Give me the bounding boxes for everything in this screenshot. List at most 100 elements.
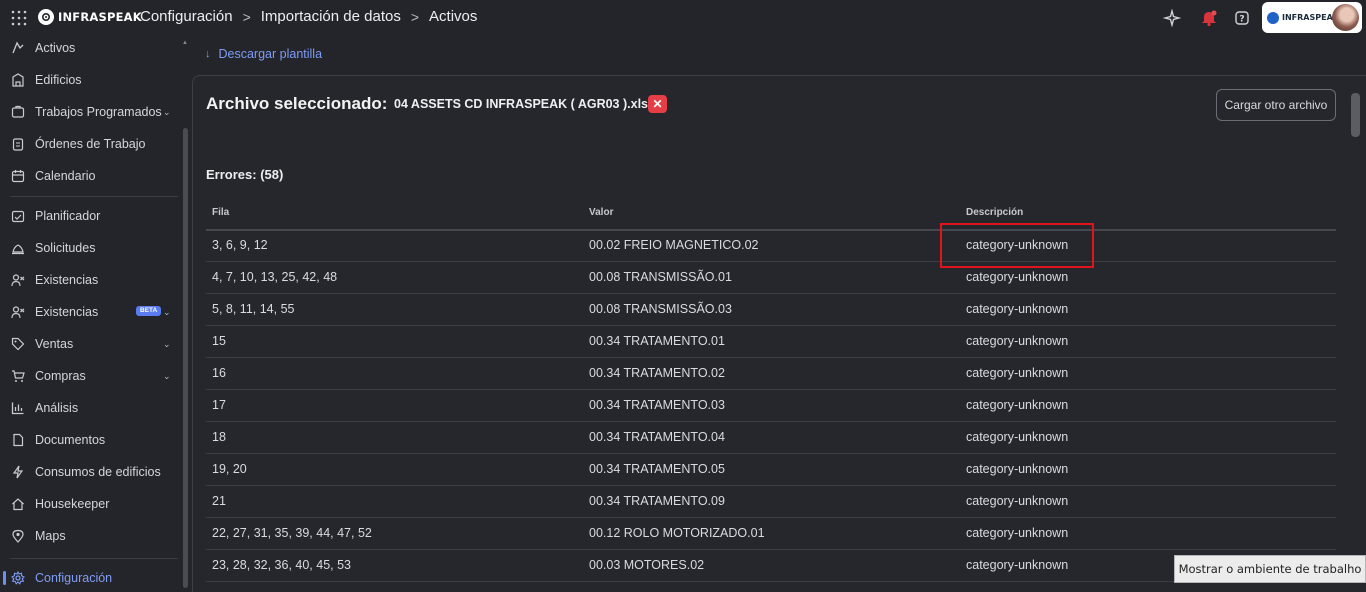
errors-title: Errores: (58)	[206, 167, 284, 182]
cell-descripcion: category-unknown	[966, 526, 1069, 540]
sidebar-item-trabajos-programados[interactable]: Trabajos Programados ⌄	[0, 98, 180, 126]
column-header-fila: Fila	[212, 207, 230, 218]
table-row: 16 00.34 TRATAMENTO.02 category-unknown	[206, 358, 1336, 390]
notification-icon[interactable]	[1200, 9, 1218, 27]
account-menu[interactable]: INFRASPEAK	[1262, 2, 1362, 33]
sidebar-item-activos[interactable]: Activos	[0, 34, 180, 62]
cell-descripcion: category-unknown	[966, 398, 1069, 412]
breadcrumb-activos: Activos	[429, 8, 478, 25]
sidebar-item-analisis[interactable]: Análisis	[0, 394, 180, 422]
sidebar-item-housekeeper[interactable]: Housekeeper	[0, 490, 180, 518]
chevron-down-icon[interactable]: ⌄	[163, 107, 171, 118]
stock-icon	[11, 306, 25, 319]
bell-icon	[12, 244, 24, 255]
sidebar-item-compras[interactable]: Compras ⌄	[0, 362, 180, 390]
show-desktop-tooltip: Mostrar o ambiente de trabalho	[1174, 555, 1366, 583]
sidebar-item-label: Existencias	[35, 273, 99, 287]
chevron-down-icon[interactable]: ⌄	[163, 339, 171, 350]
cell-valor: 00.34 TRATAMENTO.02	[589, 366, 725, 380]
sidebar-item-calendario[interactable]: Calendario	[0, 162, 180, 190]
upload-another-file-button[interactable]: Cargar otro archivo	[1216, 89, 1336, 121]
remove-file-button[interactable]: ✕	[648, 95, 667, 113]
cell-valor: 00.02 FREIO MAGNETICO.02	[589, 238, 759, 252]
scroll-up-icon[interactable]: ▲	[182, 40, 188, 46]
table-row: 21 00.34 TRATAMENTO.09 category-unknown	[206, 486, 1336, 518]
sidebar-item-edificios[interactable]: Edificios	[0, 66, 180, 94]
cell-descripcion: category-unknown	[966, 558, 1069, 572]
table-row: 22, 27, 31, 35, 39, 44, 47, 52 00.12 ROL…	[206, 518, 1336, 550]
cell-fila: 15	[212, 334, 226, 348]
sidebar-item-label: Análisis	[35, 401, 79, 415]
logo-text: INFRASPEAK	[58, 10, 142, 24]
selected-file-name: 04 ASSETS CD INFRASPEAK ( AGR03 ).xlsx	[394, 97, 655, 111]
cart-icon	[12, 370, 25, 382]
help-icon[interactable]: ?	[1233, 9, 1251, 27]
chevron-right-icon: >	[242, 8, 251, 25]
cell-fila: 4, 7, 10, 13, 25, 42, 48	[212, 270, 338, 284]
table-row: 3, 6, 9, 12 00.02 FREIO MAGNETICO.02 cat…	[206, 230, 1336, 262]
cell-descripcion: category-unknown	[966, 366, 1069, 380]
house-icon	[12, 498, 24, 511]
chevron-down-icon[interactable]: ⌄	[163, 307, 171, 318]
download-template-link[interactable]: ↓ Descargar plantilla	[205, 47, 322, 61]
sidebar-item-existencias-beta[interactable]: Existencias BETA ⌄	[0, 298, 180, 326]
infraspeak-logo[interactable]: INFRASPEAK	[38, 9, 142, 25]
chevron-down-icon[interactable]: ⌄	[163, 371, 171, 382]
cell-fila: 3, 6, 9, 12	[212, 238, 268, 252]
sidebar-item-label: Existencias	[35, 305, 99, 319]
asset-icon	[12, 41, 24, 54]
cell-fila: 23, 28, 32, 36, 40, 45, 53	[212, 558, 352, 572]
table-row: 18 00.34 TRATAMENTO.04 category-unknown	[206, 422, 1336, 454]
column-header-descripcion: Descripción	[966, 207, 1024, 218]
stock-icon	[11, 274, 25, 287]
clipboard-icon	[12, 138, 24, 151]
main-scrollbar[interactable]	[1351, 93, 1360, 137]
building-icon	[12, 73, 24, 87]
sidebar-item-solicitudes[interactable]: Solicitudes	[0, 234, 180, 262]
table-row: 5, 8, 11, 14, 55 00.08 TRANSMISSÃO.03 ca…	[206, 294, 1336, 326]
planner-icon	[11, 210, 25, 223]
sidebar-item-ordenes[interactable]: Órdenes de Trabajo	[0, 130, 180, 158]
chevron-right-icon: >	[410, 8, 420, 25]
cell-valor: 00.34 TRATAMENTO.09	[589, 494, 725, 508]
download-template-label: Descargar plantilla	[218, 47, 323, 61]
cell-valor: 00.34 TRATAMENTO.04	[589, 430, 725, 444]
sidebar-item-documentos[interactable]: Documentos	[0, 426, 180, 454]
cell-fila: 19, 20	[212, 462, 247, 476]
sidebar-item-ventas[interactable]: Ventas ⌄	[0, 330, 180, 358]
table-row: 17 00.34 TRATAMENTO.03 category-unknown	[206, 390, 1336, 422]
map-pin-icon	[12, 529, 24, 543]
table-row: 19, 20 00.34 TRATAMENTO.05 category-unkn…	[206, 454, 1336, 486]
sidebar-scrollbar[interactable]	[183, 128, 188, 588]
sidebar-item-planificador[interactable]: Planificador	[0, 202, 180, 230]
sidebar-item-maps[interactable]: Maps	[0, 522, 180, 550]
cell-descripcion: category-unknown	[966, 270, 1069, 284]
cell-valor: 00.08 TRANSMISSÃO.01	[589, 270, 732, 284]
sparkle-icon[interactable]	[1163, 9, 1181, 27]
cell-descripcion: category-unknown	[966, 334, 1069, 348]
sidebar-item-label: Trabajos Programados	[35, 105, 162, 119]
breadcrumb: Configuración > Importación de datos > A…	[140, 8, 477, 25]
cell-valor: 00.12 ROLO MOTORIZADO.01	[589, 526, 765, 540]
apps-grid-icon[interactable]	[11, 10, 27, 26]
table-row: 4, 7, 10, 13, 25, 42, 48 00.08 TRANSMISS…	[206, 262, 1336, 294]
column-header-valor: Valor	[589, 207, 614, 218]
avatar[interactable]	[1332, 4, 1359, 31]
sidebar-item-consumos[interactable]: Consumos de edificios	[0, 458, 180, 486]
scheduled-work-icon	[11, 105, 25, 118]
calendar-icon	[11, 170, 25, 183]
breadcrumb-configuracion[interactable]: Configuración	[140, 8, 233, 25]
cell-descripcion: category-unknown	[966, 430, 1069, 444]
cell-valor: 00.34 TRATAMENTO.03	[589, 398, 725, 412]
sidebar-item-label: Housekeeper	[35, 497, 110, 511]
sidebar-item-label: Documentos	[35, 433, 106, 447]
sidebar-item-label: Órdenes de Trabajo	[35, 137, 146, 151]
breadcrumb-importacion[interactable]: Importación de datos	[261, 8, 401, 25]
cell-descripcion: category-unknown	[966, 494, 1069, 508]
sidebar-divider	[10, 196, 178, 197]
sidebar-item-configuracion[interactable]: Configuración	[0, 564, 180, 592]
selected-file-title: Archivo seleccionado:	[206, 94, 388, 113]
sidebar-item-existencias[interactable]: Existencias	[0, 266, 180, 294]
sidebar-item-label: Configuración	[35, 571, 113, 585]
sidebar-divider	[10, 558, 178, 559]
